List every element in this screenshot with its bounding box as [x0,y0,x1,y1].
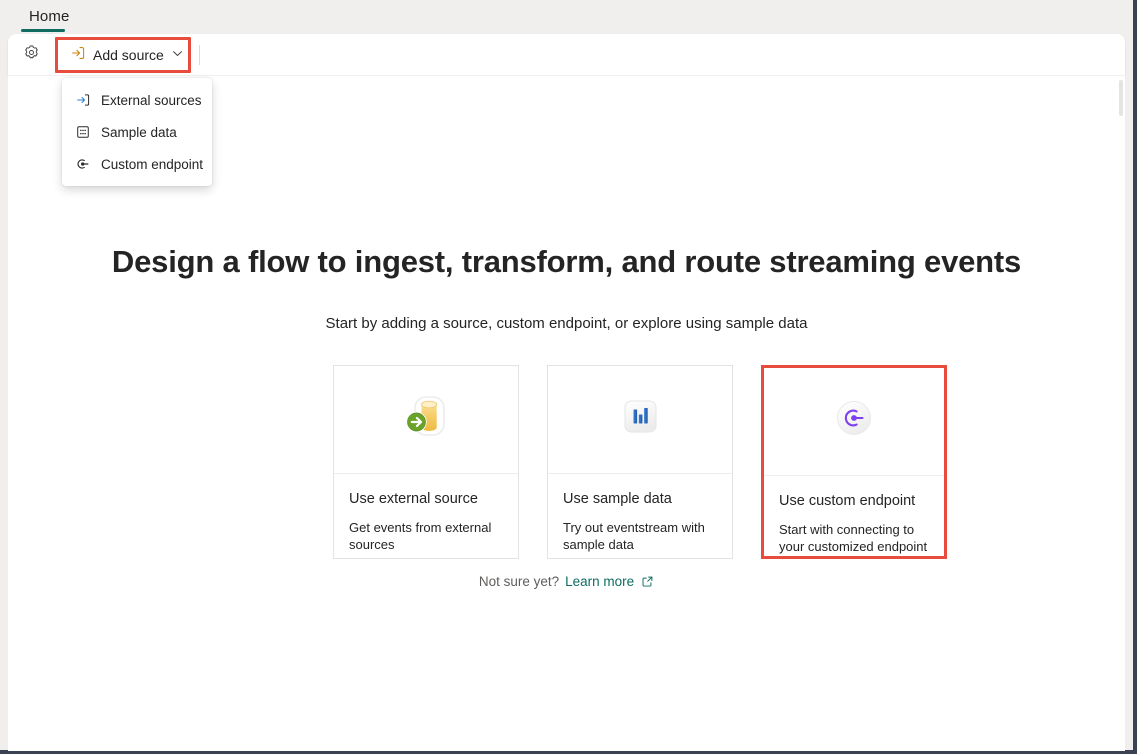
page-subtitle: Start by adding a source, custom endpoin… [8,313,1125,335]
card-use-custom-endpoint[interactable]: Use custom endpoint Start with connectin… [761,365,947,559]
card-description: Get events from external sources [349,519,503,553]
menu-item-external-sources[interactable]: External sources [62,84,212,116]
card-body: Use custom endpoint Start with connectin… [764,476,944,555]
card-use-external-source[interactable]: Use external source Get events from exte… [333,365,519,559]
card-title: Use custom endpoint [779,492,929,510]
card-title: Use external source [349,490,503,508]
bar-chart-icon [613,390,667,449]
tab-home-label: Home [29,8,69,25]
page-title: Design a flow to ingest, transform, and … [8,242,1125,282]
card-art [764,368,944,476]
learn-more-link[interactable]: Learn more [565,574,634,589]
menu-item-label: Custom endpoint [101,157,203,172]
settings-button[interactable] [13,37,49,73]
toolbar-divider-1 [55,45,56,65]
menu-item-custom-endpoint[interactable]: Custom endpoint [62,148,212,180]
vertical-scrollbar[interactable] [1119,80,1123,116]
card-title: Use sample data [563,490,717,508]
custom-endpoint-icon [74,156,91,173]
command-toolbar: Add source [8,34,1125,75]
tab-strip: Home [0,0,1133,33]
gear-icon [23,44,40,66]
card-description: Start with connecting to your customized… [779,521,929,555]
tab-home-active-indicator [21,29,65,32]
not-sure-label: Not sure yet? [479,574,559,589]
card-art [548,366,732,474]
add-source-label: Add source [93,47,164,63]
card-body: Use sample data Try out eventstream with… [548,474,732,553]
card-body: Use external source Get events from exte… [334,474,518,553]
custom-endpoint-icon [827,392,881,451]
menu-item-label: Sample data [101,125,177,140]
learn-more-row: Not sure yet? Learn more [8,574,1125,589]
menu-item-label: External sources [101,93,202,108]
app-window: Home Add source [0,0,1137,754]
external-link-icon [641,575,654,588]
menu-item-sample-data[interactable]: Sample data [62,116,212,148]
database-import-icon [399,390,453,449]
option-cards: Use external source Get events from exte… [333,365,947,559]
arrow-into-bracket-icon [70,45,86,64]
add-source-group: Add source [62,41,193,69]
add-source-menu: External sources Sample data [62,78,212,186]
grid-dots-square-icon [74,124,91,141]
add-source-button[interactable]: Add source [62,41,193,69]
card-art [334,366,518,474]
card-use-sample-data[interactable]: Use sample data Try out eventstream with… [547,365,733,559]
arrow-into-bracket-icon [74,92,91,109]
card-description: Try out eventstream with sample data [563,519,717,553]
toolbar-divider-2 [199,45,200,65]
chevron-down-icon [171,47,184,63]
